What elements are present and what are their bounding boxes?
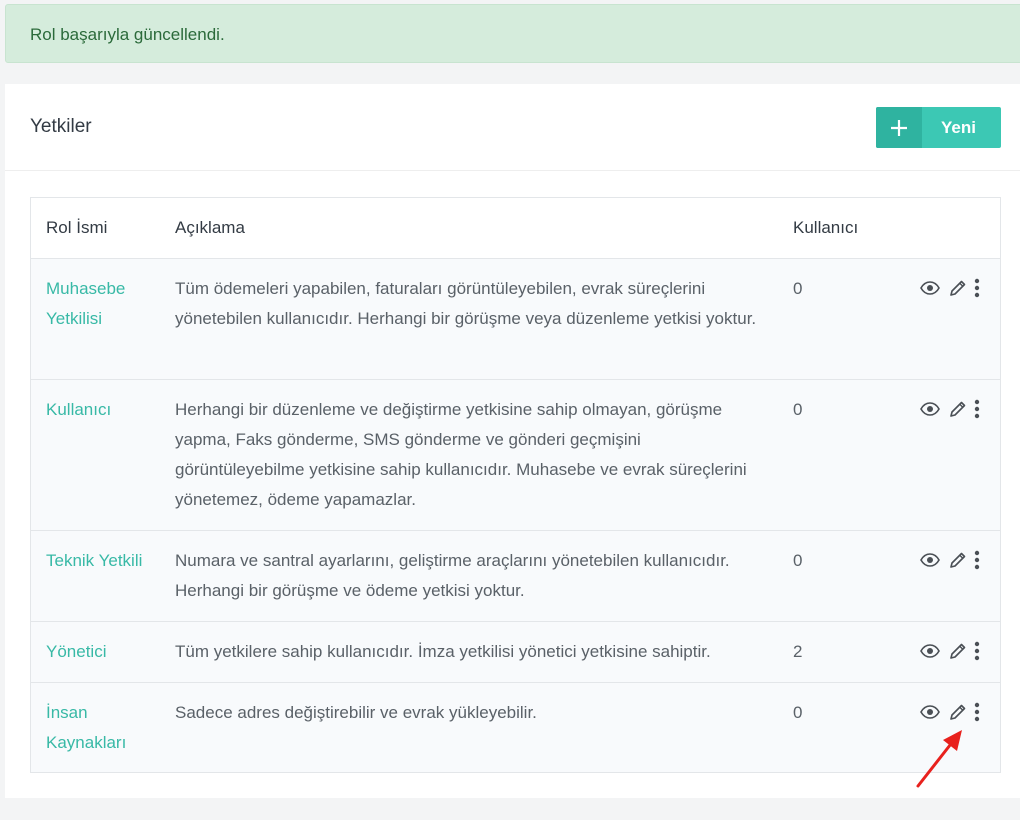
new-role-button-label: Yeni [941,117,976,137]
column-header-role-name: Rol İsmi [46,218,108,237]
card-header: Yetkiler Yeni [5,84,1020,171]
row-actions [919,700,982,724]
column-header-users: Kullanıcı [793,218,859,237]
eye-icon[interactable] [919,277,941,299]
pencil-icon[interactable] [947,701,969,723]
table-row: Yönetici Tüm yetkilere sahip kullanıcıdı… [31,621,1000,682]
plus-icon [876,107,922,148]
role-user-count: 0 [793,279,803,298]
eye-icon[interactable] [919,640,941,662]
annotation-arrow-icon [916,730,962,788]
success-alert: Rol başarıyla güncellendi. [5,4,1020,63]
role-name-link[interactable]: İnsan Kaynakları [46,698,156,758]
role-user-count: 0 [793,551,803,570]
role-description: Tüm yetkilere sahip kullanıcıdır. İmza y… [175,642,711,661]
roles-card: Yetkiler Yeni Rol İsmi Açıklama Kullanıc… [5,84,1020,798]
more-vertical-icon[interactable] [972,701,982,723]
role-description: Tüm ödemeleri yapabilen, faturaları görü… [175,279,757,328]
more-vertical-icon[interactable] [972,277,982,299]
roles-table: Rol İsmi Açıklama Kullanıcı Muhasebe Yet… [30,197,1001,773]
role-name-link[interactable]: Yönetici [46,637,156,667]
new-role-button[interactable]: Yeni [876,107,1001,148]
table-row: Muhasebe Yetkilisi Tüm ödemeleri yapabil… [31,258,1000,379]
role-description: Herhangi bir düzenleme ve değiştirme yet… [175,400,747,509]
more-vertical-icon[interactable] [972,398,982,420]
table-header-row: Rol İsmi Açıklama Kullanıcı [31,198,1000,258]
eye-icon[interactable] [919,398,941,420]
row-actions [919,276,982,300]
pencil-icon[interactable] [947,277,969,299]
role-description: Numara ve santral ayarlarını, geliştirme… [175,551,730,600]
role-name-link[interactable]: Teknik Yetkili [46,546,156,576]
row-actions [919,548,982,572]
role-description: Sadece adres değiştirebilir ve evrak yük… [175,703,537,722]
column-header-description: Açıklama [175,218,245,237]
page-title: Yetkiler [30,116,92,137]
pencil-icon[interactable] [947,398,969,420]
role-user-count: 0 [793,400,803,419]
table-row: Kullanıcı Herhangi bir düzenleme ve deği… [31,379,1000,530]
role-user-count: 2 [793,642,803,661]
alert-message: Rol başarıyla güncellendi. [30,25,225,44]
eye-icon[interactable] [919,549,941,571]
pencil-icon[interactable] [947,640,969,662]
row-actions [919,397,982,421]
more-vertical-icon[interactable] [972,640,982,662]
table-row: Teknik Yetkili Numara ve santral ayarlar… [31,530,1000,621]
role-name-link[interactable]: Muhasebe Yetkilisi [46,274,156,334]
pencil-icon[interactable] [947,549,969,571]
role-name-link[interactable]: Kullanıcı [46,395,156,425]
more-vertical-icon[interactable] [972,549,982,571]
role-user-count: 0 [793,703,803,722]
eye-icon[interactable] [919,701,941,723]
table-row: İnsan Kaynakları Sadece adres değiştireb… [31,682,1000,772]
row-actions [919,639,982,663]
